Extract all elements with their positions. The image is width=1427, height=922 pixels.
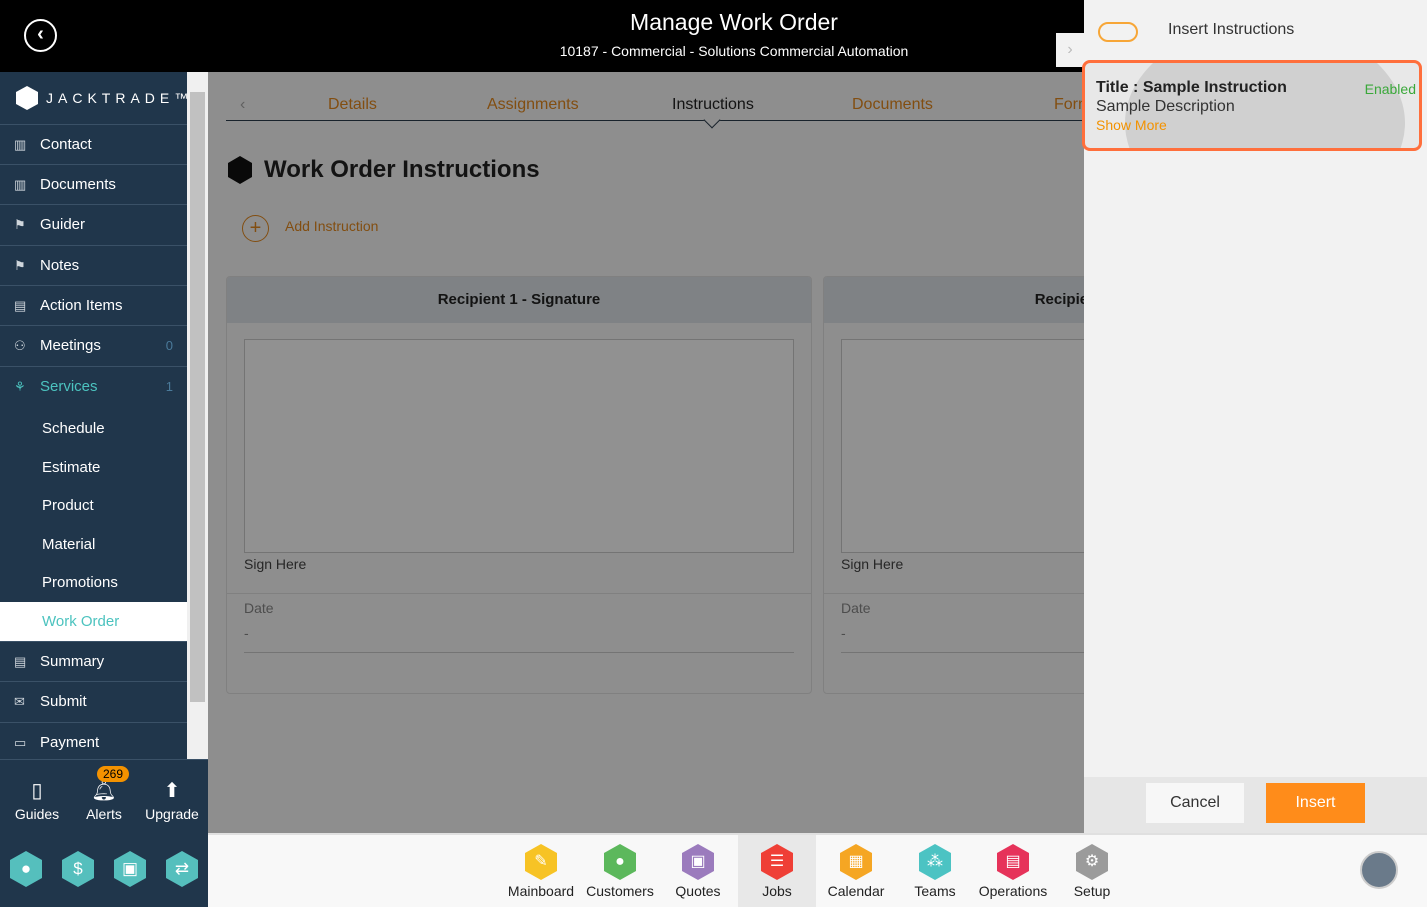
calendar-icon: ▦ [840, 844, 872, 880]
setup-icon: ⚙ [1076, 844, 1108, 880]
alerts-badge: 269 [97, 766, 130, 782]
title-label: Title : [1096, 79, 1139, 96]
title-value: Sample Instruction [1142, 79, 1287, 96]
jobs-icon: ☰ [761, 844, 793, 880]
label: Submit [40, 693, 87, 710]
sidebar-item-documents[interactable]: ▥ Documents [0, 164, 187, 204]
summary-icon: ▤ [14, 653, 27, 669]
services-icon: ⚘ [14, 378, 26, 394]
teams-icon: ⁂ [919, 844, 951, 880]
panel-toggle-icon[interactable]: › [1056, 33, 1084, 67]
operations-icon: ▤ [997, 844, 1029, 880]
label: Quotes [675, 883, 721, 899]
contact-book-icon: ▥ [14, 136, 27, 152]
label: Operations [978, 883, 1048, 899]
bottom-nav-operations[interactable]: ▤ Operations [974, 835, 1052, 907]
insert-instructions-panel: Insert Instructions Title : Sample Instr… [1082, 0, 1427, 833]
sidebar-sub-schedule[interactable]: Schedule [0, 409, 187, 448]
bottom-nav-mainboard[interactable]: ✎ Mainboard [502, 835, 580, 907]
sidebar-item-contact[interactable]: ▥ Contact [0, 124, 187, 164]
sidebar-sub-promotions[interactable]: Promotions [0, 563, 187, 602]
avatar[interactable] [1360, 851, 1398, 889]
label: Calendar [827, 883, 885, 899]
bottom-nav-quotes[interactable]: ▣ Quotes [659, 835, 737, 907]
guides-button[interactable]: ▯ Guides [7, 778, 67, 822]
bottom-nav-setup[interactable]: ⚙ Setup [1053, 835, 1131, 907]
quotes-icon: ▣ [682, 844, 714, 880]
label: Notes [40, 257, 80, 274]
signpost-icon: ⚑ [14, 257, 26, 273]
bottom-nav-calendar[interactable]: ▦ Calendar [817, 835, 895, 907]
payment-icon: ▭ [14, 734, 27, 750]
paperclip-icon [1098, 22, 1138, 42]
bottom-nav-customers[interactable]: ● Customers [581, 835, 659, 907]
label: Upgrade [145, 806, 199, 822]
panel-title: Insert Instructions [1168, 21, 1295, 38]
customer-icon: ● [604, 844, 636, 880]
bottom-nav-jobs[interactable]: ☰ Jobs [738, 835, 816, 907]
sidebar-item-guider[interactable]: ⚑ Guider [0, 204, 187, 244]
sidebar-item-meetings[interactable]: ⚇ Meetings 0 [0, 325, 187, 365]
modal-overlay[interactable] [208, 72, 1084, 833]
sidebar-sub-estimate[interactable]: Estimate [0, 448, 187, 487]
insert-button[interactable]: Insert [1266, 783, 1365, 823]
sidebar-item-services[interactable]: ⚘ Services 1 [0, 366, 187, 406]
label: Contact [40, 136, 92, 153]
instruction-item[interactable]: Title : Sample Instruction Sample Descri… [1082, 60, 1422, 151]
sidebar-item-summary[interactable]: ▤ Summary [0, 641, 187, 681]
sidebar-sub-product[interactable]: Product [0, 486, 187, 525]
meeting-icon: ⚇ [14, 337, 26, 353]
label: Mainboard [507, 883, 575, 899]
services-count: 1 [165, 379, 173, 394]
label: Alerts [86, 806, 122, 822]
instruction-title: Title : Sample Instruction [1096, 79, 1287, 97]
label: Jobs [762, 883, 792, 899]
label: Customers [586, 883, 654, 899]
document-icon: ▥ [14, 176, 27, 192]
bottom-nav-teams[interactable]: ⁂ Teams [896, 835, 974, 907]
label: Summary [40, 653, 105, 670]
sidebar-item-notes[interactable]: ⚑ Notes [0, 245, 187, 285]
instruction-description: Sample Description [1096, 98, 1235, 115]
cancel-button[interactable]: Cancel [1146, 783, 1244, 823]
label: Guider [40, 216, 86, 233]
logo: JACKTRADE™ [16, 86, 193, 110]
sidebar-sub-material[interactable]: Material [0, 525, 187, 564]
label: Guides [14, 806, 60, 822]
label: Payment [40, 734, 100, 751]
show-more-link[interactable]: Show More [1096, 117, 1167, 133]
clipboard-icon: ▤ [14, 297, 27, 313]
sidebar-item-payment[interactable]: ▭ Payment [0, 722, 187, 762]
label: Teams [914, 883, 956, 899]
sidebar-item-action-items[interactable]: ▤ Action Items [0, 285, 187, 325]
label: Setup [1073, 883, 1111, 899]
sidebar-item-submit[interactable]: ✉ Submit [0, 681, 187, 721]
mainboard-icon: ✎ [525, 844, 557, 880]
signpost-icon: ⚑ [14, 216, 26, 232]
upgrade-button[interactable]: ⬆ Upgrade [142, 778, 202, 822]
logo-icon [16, 86, 38, 110]
book-icon: ▯ [31, 780, 43, 802]
label: Services [40, 378, 98, 395]
submit-icon: ✉ [14, 693, 25, 709]
header: ‹ Manage Work Order 10187 - Commercial -… [0, 0, 1084, 72]
meetings-count: 0 [165, 338, 173, 353]
arrow-up-icon: ⬆ [163, 780, 181, 802]
sidebar-sub-work-order[interactable]: Work Order [0, 602, 187, 641]
bottom-nav: ✎ Mainboard ● Customers ▣ Quotes ☰ Jobs ▦ Calenda… [208, 833, 1427, 907]
panel-footer: Cancel Insert [1084, 777, 1427, 833]
label: Action Items [40, 297, 123, 314]
label: Meetings [40, 337, 101, 354]
scrollbar-thumb[interactable] [190, 92, 205, 702]
status-badge: Enabled [1364, 81, 1416, 97]
alerts-button[interactable]: 🔔︎ Alerts [74, 778, 134, 822]
logo-text: JACKTRADE™ [46, 90, 194, 106]
bell-icon: 🔔︎ [91, 780, 117, 802]
label: Documents [40, 176, 116, 193]
